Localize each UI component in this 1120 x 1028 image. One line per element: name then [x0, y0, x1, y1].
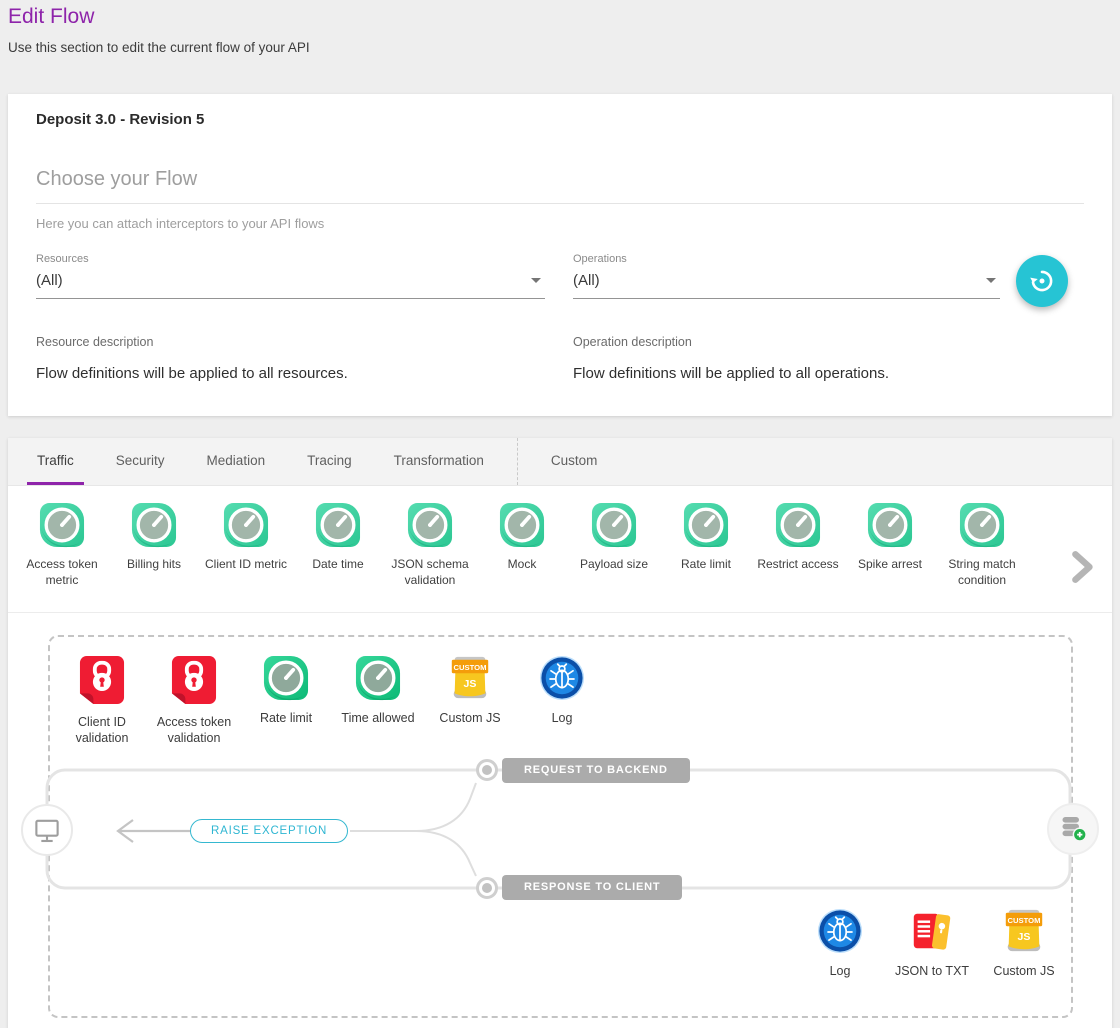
- palette-item[interactable]: Client ID metric: [200, 502, 292, 573]
- bug-icon: [817, 908, 863, 954]
- page-subtitle: Use this section to edit the current flo…: [8, 40, 1110, 55]
- request-flow-interceptors: Client ID validation Access token valida…: [56, 655, 608, 747]
- resources-select[interactable]: (All): [36, 272, 545, 299]
- gauge-icon: [775, 502, 821, 548]
- operation-description-label: Operation description: [573, 335, 1000, 349]
- interceptor-tabs: Traffic Security Mediation Tracing Trans…: [8, 438, 1112, 486]
- bug-icon: [539, 655, 585, 701]
- tab-mediation[interactable]: Mediation: [197, 438, 276, 485]
- page-header: Edit Flow Use this section to edit the c…: [0, 0, 1120, 55]
- request-to-backend-label: REQUEST TO BACKEND: [502, 758, 690, 783]
- gauge-icon: [263, 655, 309, 701]
- custom-js-icon: [447, 655, 493, 701]
- tab-traffic[interactable]: Traffic: [27, 438, 84, 485]
- tab-transformation[interactable]: Transformation: [384, 438, 494, 485]
- json-txt-icon: [909, 908, 955, 954]
- gauge-icon: [407, 502, 453, 548]
- flow-interceptor[interactable]: JSON to TXT: [886, 908, 978, 979]
- gauge-icon: [591, 502, 637, 548]
- flow-interceptor[interactable]: Client ID validation: [56, 655, 148, 747]
- database-add-icon: [1055, 811, 1091, 847]
- chevron-right-icon: [1064, 550, 1098, 584]
- chevron-down-icon: [986, 278, 996, 283]
- response-flow-interceptors: Log JSON to TXT Custom JS: [794, 908, 1070, 979]
- gauge-icon: [131, 502, 177, 548]
- gauge-icon: [355, 655, 401, 701]
- palette-item[interactable]: Mock: [476, 502, 568, 573]
- response-to-client-label: RESPONSE TO CLIENT: [502, 875, 682, 900]
- flow-interceptor[interactable]: Custom JS: [424, 655, 516, 747]
- tab-custom[interactable]: Custom: [541, 438, 608, 485]
- gauge-icon: [499, 502, 545, 548]
- gauge-icon: [959, 502, 1005, 548]
- operations-select[interactable]: (All): [573, 272, 1000, 299]
- choose-flow-card: Deposit 3.0 - Revision 5 Choose your Flo…: [8, 94, 1112, 416]
- palette-item[interactable]: Date time: [292, 502, 384, 573]
- operation-description-block: Operation description Flow definitions w…: [573, 335, 1000, 382]
- tab-tracing[interactable]: Tracing: [297, 438, 362, 485]
- resources-value: (All): [36, 272, 531, 289]
- section-hint: Here you can attach interceptors to your…: [36, 216, 1084, 231]
- palette-item[interactable]: JSON schema validation: [384, 502, 476, 588]
- gauge-icon: [315, 502, 361, 548]
- resource-description-text: Flow definitions will be applied to all …: [36, 365, 545, 382]
- palette-item[interactable]: Access token metric: [16, 502, 108, 588]
- palette-item[interactable]: Restrict access: [752, 502, 844, 573]
- descriptions-row: Resource description Flow definitions wi…: [36, 335, 1084, 382]
- interceptor-palette: Access token metric Billing hits Client …: [8, 486, 1112, 613]
- gauge-icon: [39, 502, 85, 548]
- interceptors-card: Traffic Security Mediation Tracing Trans…: [8, 438, 1112, 1028]
- palette-item[interactable]: Billing hits: [108, 502, 200, 573]
- lock-icon: [79, 655, 125, 705]
- chevron-down-icon: [531, 278, 541, 283]
- flow-diagram: Client ID validation Access token valida…: [8, 613, 1112, 1028]
- palette-item[interactable]: String match condition: [936, 502, 1028, 588]
- palette-scroll-right-button[interactable]: [1064, 550, 1098, 584]
- response-flow-marker[interactable]: [476, 877, 498, 899]
- refresh-flow-button[interactable]: [1016, 255, 1068, 307]
- lock-icon: [171, 655, 217, 705]
- flow-interceptor[interactable]: Log: [516, 655, 608, 747]
- operations-field: Operations (All): [573, 253, 1000, 299]
- gauge-icon: [683, 502, 729, 548]
- tab-divider: [517, 438, 518, 485]
- history-icon: [1029, 268, 1055, 294]
- palette-item[interactable]: Rate limit: [660, 502, 752, 573]
- api-revision-title: Deposit 3.0 - Revision 5: [36, 111, 1084, 128]
- resource-description-label: Resource description: [36, 335, 545, 349]
- request-flow-marker[interactable]: [476, 759, 498, 781]
- operations-label: Operations: [573, 253, 1000, 265]
- palette-item[interactable]: Payload size: [568, 502, 660, 573]
- resources-label: Resources: [36, 253, 545, 265]
- tab-security[interactable]: Security: [106, 438, 175, 485]
- operations-value: (All): [573, 272, 986, 289]
- flow-interceptor[interactable]: Time allowed: [332, 655, 424, 747]
- gauge-icon: [867, 502, 913, 548]
- flow-interceptor[interactable]: Rate limit: [240, 655, 332, 747]
- flow-interceptor[interactable]: Log: [794, 908, 886, 979]
- backend-endpoint-add[interactable]: [1047, 803, 1099, 855]
- gauge-icon: [223, 502, 269, 548]
- refresh-wrap: [1016, 255, 1068, 307]
- page-title: Edit Flow: [8, 5, 1110, 29]
- operation-description-text: Flow definitions will be applied to all …: [573, 365, 1000, 382]
- custom-js-icon: [1001, 908, 1047, 954]
- flow-interceptor[interactable]: Access token validation: [148, 655, 240, 747]
- palette-item[interactable]: Spike arrest: [844, 502, 936, 573]
- monitor-icon: [30, 813, 64, 847]
- resource-description-block: Resource description Flow definitions wi…: [36, 335, 545, 382]
- flow-selects-row: Resources (All) Operations (All): [36, 253, 1084, 307]
- raise-exception-label[interactable]: RAISE EXCEPTION: [190, 819, 348, 843]
- resources-field: Resources (All): [36, 253, 545, 299]
- section-title: Choose your Flow: [36, 168, 1084, 204]
- client-endpoint: [21, 804, 73, 856]
- flow-interceptor[interactable]: Custom JS: [978, 908, 1070, 979]
